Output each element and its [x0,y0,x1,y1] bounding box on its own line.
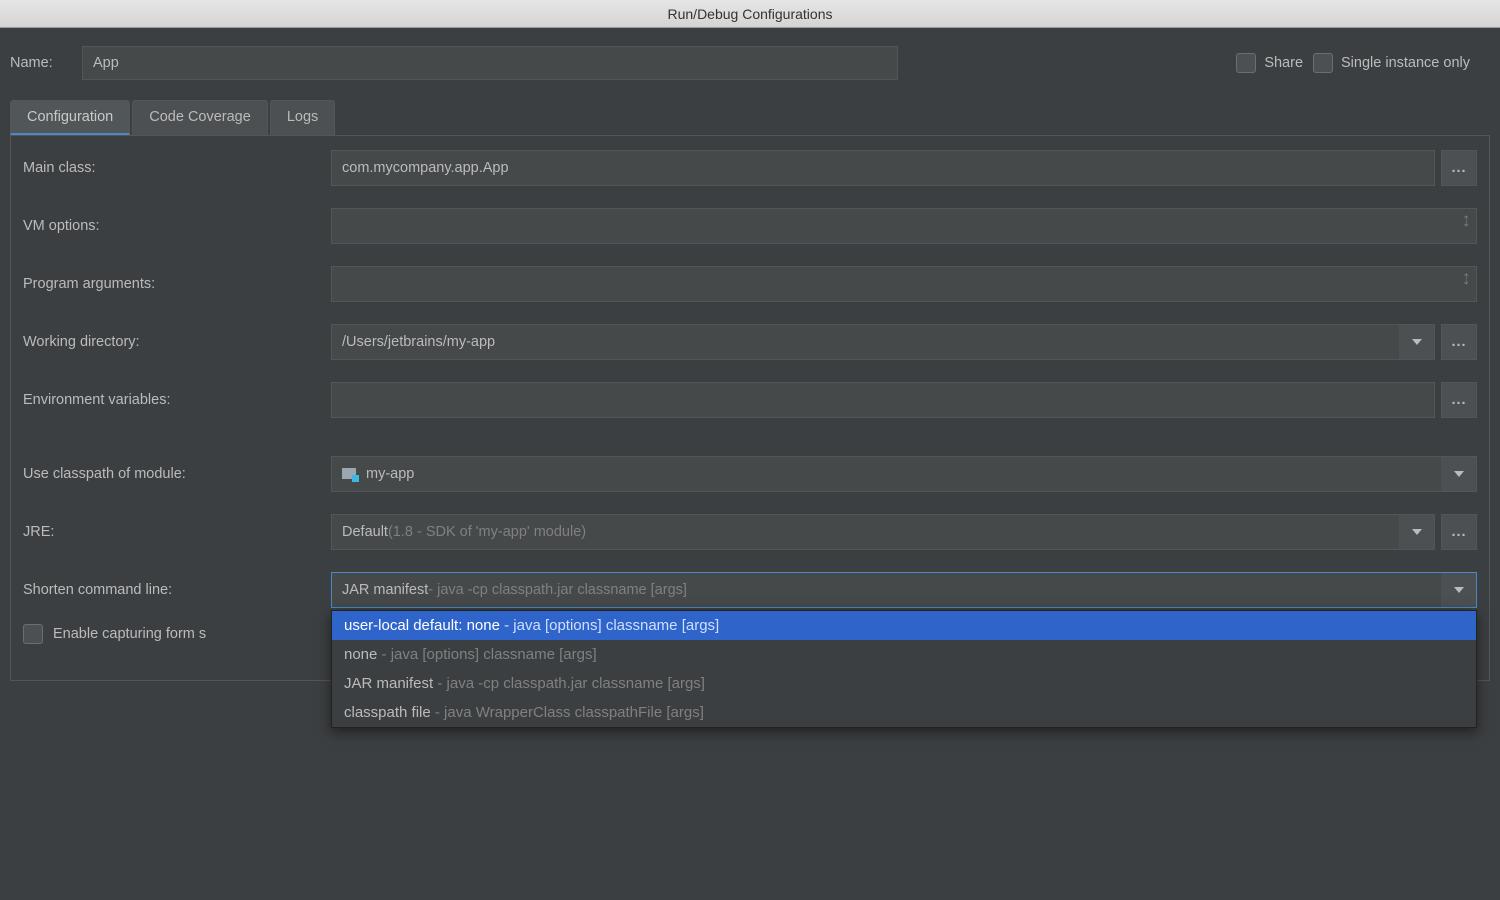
option-primary: none [344,646,377,663]
chevron-down-icon [1454,471,1464,477]
vm-options-field[interactable]: ⤡ [331,208,1477,244]
single-instance-label: Single instance only [1341,55,1470,71]
ellipsis-icon: ... [1451,524,1466,540]
chevron-down-icon [1412,529,1422,535]
jre-value-secondary: (1.8 - SDK of 'my-app' module) [388,524,586,540]
option-secondary: - java WrapperClass classpathFile [args] [431,704,704,721]
expand-icon[interactable]: ⤡ [1458,214,1473,229]
main-class-field[interactable]: com.mycompany.app.App [331,150,1435,186]
classpath-module-label: Use classpath of module: [23,466,331,482]
option-secondary: - java [options] classname [args] [500,617,719,634]
tab-configuration[interactable]: Configuration [10,100,130,135]
main-class-row: Main class: com.mycompany.app.App ... [23,150,1477,186]
program-arguments-row: Program arguments: ⤡ [23,266,1477,302]
env-variables-browse-button[interactable]: ... [1441,382,1477,418]
jre-browse-button[interactable]: ... [1441,514,1477,550]
shorten-cmd-row: Shorten command line: JAR manifest - jav… [23,572,1477,608]
main-class-browse-button[interactable]: ... [1441,150,1477,186]
single-instance-checkbox-item[interactable]: Single instance only [1313,53,1470,73]
shorten-cmd-dropdown-list: user-local default: none - java [options… [331,610,1477,728]
working-directory-label: Working directory: [23,334,331,350]
shorten-cmd-option[interactable]: classpath file - java WrapperClass class… [332,698,1476,727]
checkbox-group: Share Single instance only [1236,53,1470,73]
ellipsis-icon: ... [1451,334,1466,350]
classpath-module-row: Use classpath of module: my-app [23,456,1477,492]
shorten-cmd-label: Shorten command line: [23,582,331,598]
shorten-cmd-option[interactable]: none - java [options] classname [args] [332,640,1476,669]
jre-label: JRE: [23,524,331,540]
env-variables-row: Environment variables: ... [23,382,1477,418]
program-arguments-field[interactable]: ⤡ [331,266,1477,302]
window-titlebar: Run/Debug Configurations [0,0,1500,28]
tab-code-coverage[interactable]: Code Coverage [132,100,268,135]
option-secondary: - java -cp classpath.jar classname [args… [433,675,705,692]
option-primary: JAR manifest [344,675,433,692]
ellipsis-icon: ... [1451,392,1466,408]
jre-row: JRE: Default (1.8 - SDK of 'my-app' modu… [23,514,1477,550]
shorten-cmd-option[interactable]: user-local default: none - java [options… [332,611,1476,640]
shorten-cmd-secondary: - java -cp classpath.jar classname [args… [428,582,687,598]
chevron-down-icon [1412,339,1422,345]
shorten-cmd-field[interactable]: JAR manifest - java -cp classpath.jar cl… [331,572,1441,608]
working-directory-row: Working directory: /Users/jetbrains/my-a… [23,324,1477,360]
env-variables-label: Environment variables: [23,392,331,408]
working-directory-value: /Users/jetbrains/my-app [342,334,495,350]
vm-options-row: VM options: ⤡ [23,208,1477,244]
main-class-value: com.mycompany.app.App [342,160,509,176]
name-row: Name: Share Single instance only [10,46,1490,80]
name-label: Name: [10,55,70,71]
expand-icon[interactable]: ⤡ [1458,272,1473,287]
shorten-cmd-dropdown-button[interactable] [1441,572,1477,608]
name-input[interactable] [82,46,898,80]
working-directory-field[interactable]: /Users/jetbrains/my-app [331,324,1399,360]
window-title: Run/Debug Configurations [668,6,833,22]
configuration-panel: Main class: com.mycompany.app.App ... VM… [10,136,1490,681]
vm-options-label: VM options: [23,218,331,234]
jre-value-primary: Default [342,524,388,540]
enable-capturing-checkbox[interactable] [23,624,43,644]
tabs: Configuration Code Coverage Logs [10,100,1490,136]
program-arguments-label: Program arguments: [23,276,331,292]
classpath-module-value: my-app [366,466,414,482]
tab-logs[interactable]: Logs [270,100,335,135]
working-directory-dropdown-button[interactable] [1399,324,1435,360]
option-primary: user-local default: none [344,617,500,634]
jre-field[interactable]: Default (1.8 - SDK of 'my-app' module) [331,514,1399,550]
working-directory-browse-button[interactable]: ... [1441,324,1477,360]
classpath-module-dropdown-button[interactable] [1441,456,1477,492]
share-checkbox[interactable] [1236,53,1256,73]
single-instance-checkbox[interactable] [1313,53,1333,73]
option-secondary: - java [options] classname [args] [377,646,596,663]
classpath-module-field[interactable]: my-app [331,456,1441,492]
share-label: Share [1264,55,1303,71]
chevron-down-icon [1454,587,1464,593]
main-class-label: Main class: [23,160,331,176]
share-checkbox-item[interactable]: Share [1236,53,1303,73]
env-variables-field[interactable] [331,382,1435,418]
shorten-cmd-option[interactable]: JAR manifest - java -cp classpath.jar cl… [332,669,1476,698]
jre-dropdown-button[interactable] [1399,514,1435,550]
module-icon [342,466,358,482]
option-primary: classpath file [344,704,431,721]
ellipsis-icon: ... [1451,160,1466,176]
shorten-cmd-primary: JAR manifest [342,582,428,598]
enable-capturing-label: Enable capturing form s [53,626,206,642]
main-panel: Name: Share Single instance only Configu… [0,28,1500,691]
